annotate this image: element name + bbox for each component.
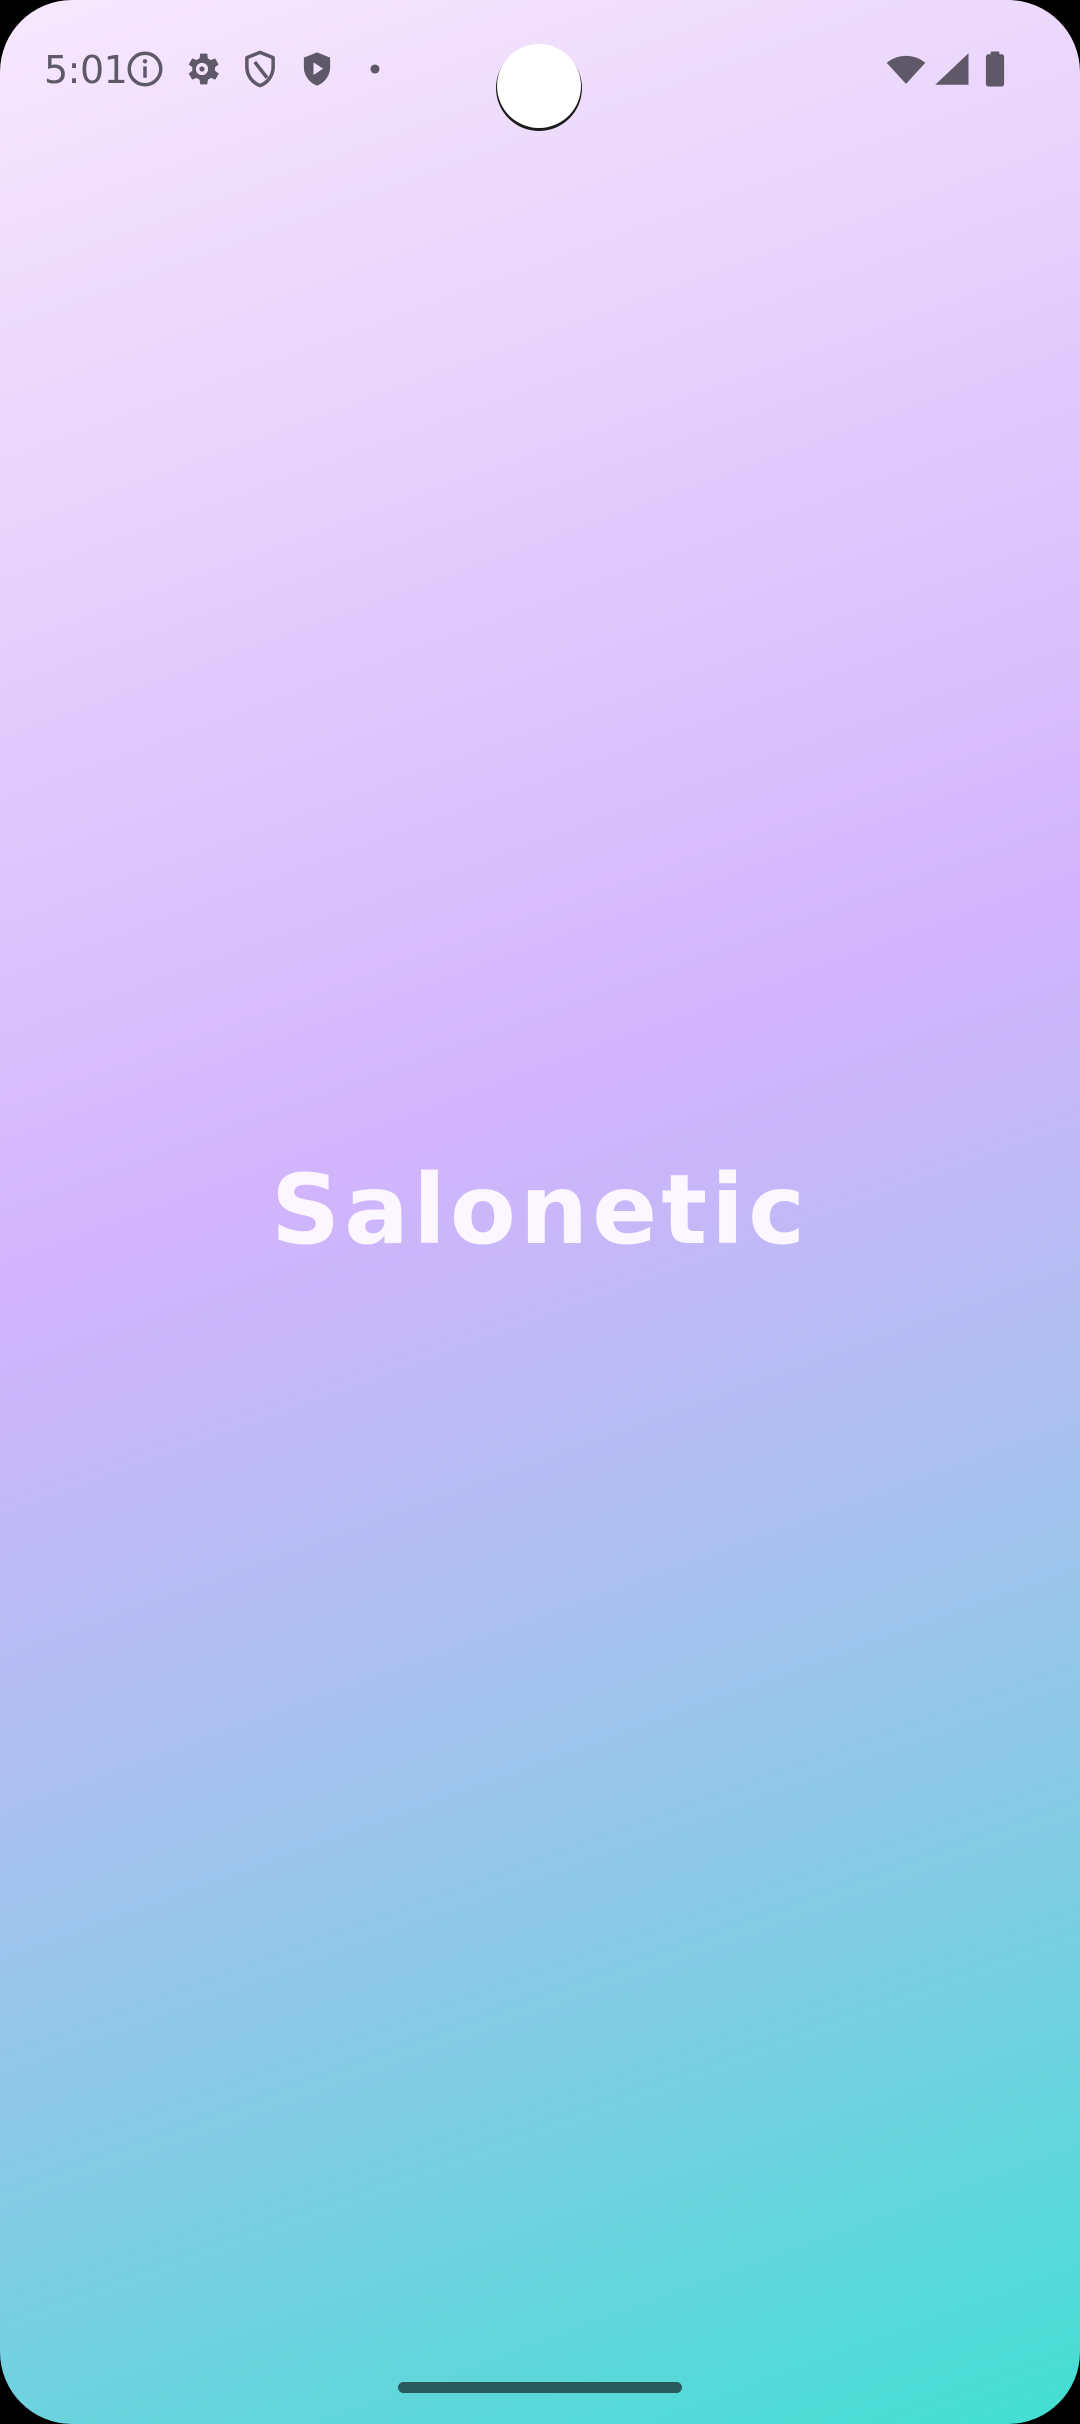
app-title: Salonetic	[271, 1154, 809, 1266]
home-indicator[interactable]	[398, 2382, 682, 2393]
front-camera	[497, 44, 581, 128]
wifi-icon	[885, 48, 927, 90]
battery-icon	[974, 48, 1016, 90]
info-icon	[124, 48, 166, 90]
status-bar: 5:01	[0, 0, 1080, 140]
phone-screen: 5:01 Salonetic	[0, 0, 1080, 2424]
status-time: 5:01	[44, 48, 128, 92]
dot-icon	[354, 48, 396, 90]
gear-icon	[181, 48, 223, 90]
shield-outline-icon	[239, 48, 281, 90]
signal-icon	[930, 48, 972, 90]
play-shield-icon	[296, 48, 338, 90]
